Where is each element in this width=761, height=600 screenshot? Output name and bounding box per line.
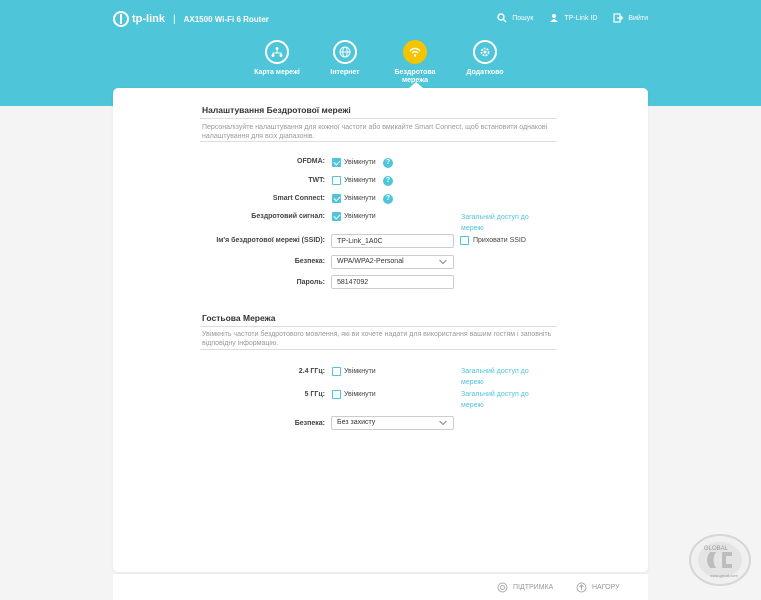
nav-circle	[333, 40, 357, 64]
back-to-top-button[interactable]: НАГОРУ	[576, 582, 620, 593]
twt-checkbox[interactable]	[332, 176, 341, 185]
twt-checkbox-text: Увімкнути	[344, 177, 376, 184]
search-icon	[497, 13, 507, 23]
tplink-id-label: TP-Link ID	[564, 14, 598, 22]
search-link-label: Пошук	[512, 14, 534, 22]
tab-network-map-label: Карта мережі	[254, 69, 300, 76]
support-icon	[497, 582, 508, 593]
logout-icon	[613, 13, 624, 23]
guest-section-description: Увімкніть частоти бездротового мовлення,…	[202, 331, 552, 347]
router-model: AX1500 Wi-Fi 6 Router	[183, 14, 269, 24]
smart-connect-checkbox[interactable]	[332, 194, 341, 203]
password-label: Пароль:	[296, 279, 325, 286]
tab-wireless[interactable]: Бездротова мережа	[383, 40, 447, 85]
network-map-icon	[271, 47, 283, 57]
tplink-id-link[interactable]: TP-Link ID	[549, 13, 597, 23]
guest-24ghz-checkbox[interactable]	[332, 367, 341, 376]
security-selected-value: WPA/WPA2-Personal	[337, 258, 404, 265]
guest-section-title: Гостьова Мережа	[202, 313, 276, 323]
wifi-icon	[409, 47, 421, 57]
chevron-down-icon	[439, 420, 447, 426]
smart-connect-help-icon[interactable]: ?	[383, 194, 393, 204]
watermark-site: www.gecid.com	[710, 573, 738, 578]
hide-ssid-text: Приховати SSID	[473, 237, 526, 244]
nav-circle	[473, 40, 497, 64]
footer-bar: ПІДТРИМКА НАГОРУ	[113, 573, 648, 600]
guest-24ghz-share-link[interactable]: Загальний доступ до мережі	[461, 366, 541, 388]
ofdma-help-icon[interactable]: ?	[383, 158, 393, 168]
tab-advanced[interactable]: Додатково	[453, 40, 517, 77]
twt-label: TWT:	[308, 177, 325, 184]
tab-internet-label: Інтернет	[330, 69, 360, 76]
nav-circle	[265, 40, 289, 64]
wireless-section-title: Налаштування Бездротової мережі	[202, 105, 351, 115]
support-button[interactable]: ПІДТРИМКА	[497, 582, 553, 593]
watermark-logo-icon	[689, 534, 751, 586]
guest-5ghz-share-link[interactable]: Загальний доступ до мережі	[461, 389, 541, 411]
wireless-signal-checkbox-text: Увімкнути	[344, 213, 376, 220]
security-select[interactable]: WPA/WPA2-Personal	[331, 255, 454, 269]
guest-5ghz-checkbox[interactable]	[332, 390, 341, 399]
wireless-section-description: Персоналізуйте налаштування для кожної ч…	[202, 124, 548, 140]
gear-icon	[480, 47, 490, 57]
arrow-up-icon	[576, 582, 587, 593]
wireless-signal-label: Бездротовий сигнал:	[251, 213, 325, 220]
ssid-input[interactable]	[331, 234, 454, 248]
divider	[200, 349, 557, 350]
guest-5ghz-label: 5 ГГц:	[304, 391, 325, 398]
globe-icon	[339, 46, 351, 58]
brand-name: tp-link	[132, 13, 165, 25]
hide-ssid-checkbox[interactable]	[460, 236, 469, 245]
logout-label: Вийти	[628, 14, 648, 22]
wireless-signal-checkbox[interactable]	[332, 212, 341, 221]
back-to-top-label: НАГОРУ	[592, 584, 620, 591]
twt-help-icon[interactable]: ?	[383, 176, 393, 186]
tp-link-logo[interactable]: tp-link | AX1500 Wi-Fi 6 Router	[113, 11, 269, 27]
search-link[interactable]: Пошук	[497, 13, 533, 23]
nav-circle	[403, 40, 427, 64]
wireless-share-network-link[interactable]: Загальний доступ до мережі	[461, 212, 541, 234]
watermark-text: GLOBAL	[704, 546, 729, 552]
ssid-label: Ім'я бездротової мережі (SSID):	[216, 237, 325, 244]
header-links: Пошук TP-Link ID Вийти	[497, 13, 648, 23]
smart-connect-checkbox-text: Увімкнути	[344, 195, 376, 202]
guest-24ghz-checkbox-text: Увімкнути	[344, 368, 376, 375]
guest-security-selected-value: Без захисту	[337, 419, 376, 426]
divider	[200, 326, 557, 327]
divider	[200, 118, 557, 119]
gecid-watermark: GLOBAL www.gecid.com	[680, 528, 756, 590]
password-input[interactable]	[331, 275, 454, 289]
guest-5ghz-checkbox-text: Увімкнути	[344, 391, 376, 398]
tab-network-map[interactable]: Карта мережі	[245, 40, 309, 77]
ofdma-checkbox[interactable]	[332, 158, 341, 167]
logout-link[interactable]: Вийти	[613, 13, 648, 23]
user-icon	[550, 14, 559, 22]
chevron-down-icon	[439, 259, 447, 265]
guest-24ghz-label: 2.4 ГГц:	[298, 368, 325, 375]
tab-advanced-label: Додатково	[466, 69, 504, 76]
settings-card: Налаштування Бездротової мережі Персонал…	[113, 88, 648, 572]
support-label: ПІДТРИМКА	[513, 584, 554, 591]
divider	[200, 141, 557, 142]
tp-link-logo-icon	[113, 11, 129, 27]
header-separator: |	[173, 13, 176, 25]
tab-internet[interactable]: Інтернет	[313, 40, 377, 77]
main-nav: Карта мережі Інтернет Бездротова мережа …	[0, 40, 761, 90]
ofdma-checkbox-text: Увімкнути	[344, 159, 376, 166]
security-label: Безпека:	[294, 258, 325, 265]
smart-connect-label: Smart Connect:	[272, 195, 325, 202]
ofdma-label: OFDMA:	[297, 158, 325, 165]
guest-security-select[interactable]: Без захисту	[331, 416, 454, 430]
guest-security-label: Безпека:	[294, 420, 325, 427]
